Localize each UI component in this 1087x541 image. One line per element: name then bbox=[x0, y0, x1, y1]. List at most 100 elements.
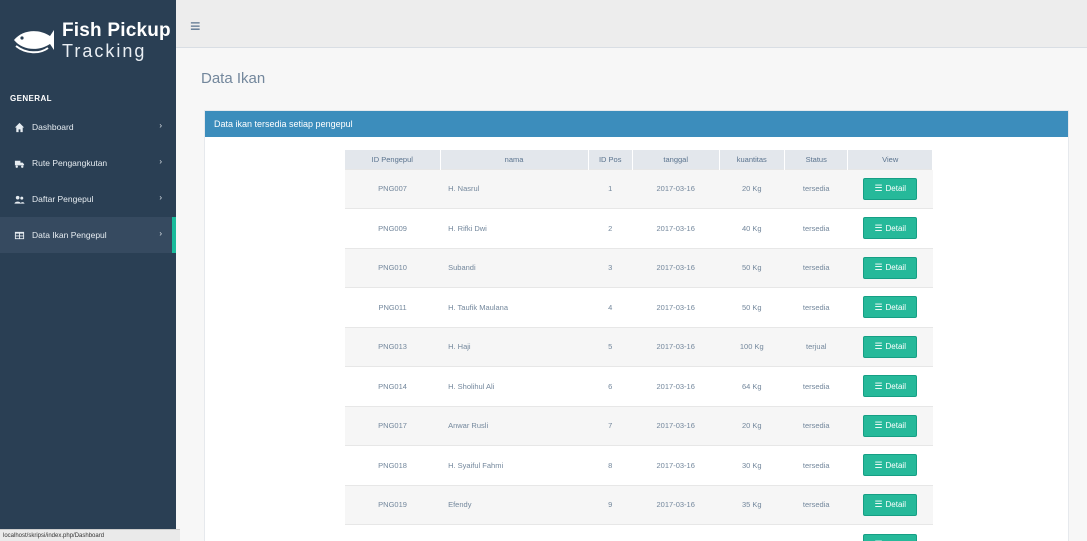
cell-kuantitas: 50 Kg bbox=[719, 247, 785, 288]
cell-kuantitas: 35 Kg bbox=[719, 484, 785, 525]
sidebar-item-label: Daftar Pengepul bbox=[32, 194, 94, 204]
cell-tanggal: 2017-03-16 bbox=[632, 366, 720, 406]
cell-kuantitas: 50 Kg bbox=[719, 287, 785, 327]
cell-kuantitas: 20 Kg bbox=[719, 168, 785, 209]
users-icon bbox=[12, 194, 26, 205]
cell-status: tersedia bbox=[784, 524, 848, 541]
cell-view: ☰Detail bbox=[847, 484, 933, 525]
cell-tanggal: 2017-03-16 bbox=[632, 445, 720, 485]
cell-status: tersedia bbox=[784, 208, 848, 248]
detail-button[interactable]: ☰Detail bbox=[863, 533, 917, 541]
cell-id-pos: 10 bbox=[588, 524, 633, 541]
chevron-right-icon: › bbox=[159, 157, 162, 166]
cell-kuantitas: 30 Kg bbox=[719, 445, 785, 485]
sidebar-item-rute-pengangkutan[interactable]: Rute Pengangkutan › bbox=[0, 145, 176, 181]
cell-view: ☰Detail bbox=[847, 366, 933, 406]
table-header: ID Pengepul nama ID Pos tanggal kuantita… bbox=[345, 150, 933, 169]
cell-id-pengepul: PNG007 bbox=[345, 168, 441, 209]
column-header-tanggal: tanggal bbox=[632, 150, 720, 169]
table-row: PNG018 H. Syaiful Fahmi 8 2017-03-16 30 Kg te… bbox=[345, 445, 933, 485]
column-header-id-pengepul: ID Pengepul bbox=[345, 150, 441, 169]
cell-view: ☰Detail bbox=[847, 208, 933, 248]
cell-view: ☰Detail bbox=[847, 287, 933, 327]
detail-button[interactable]: ☰Detail bbox=[863, 375, 917, 398]
table-row: PNG009 H. Rifki Dwi 2 2017-03-16 40 Kg tersed… bbox=[345, 208, 933, 248]
cell-tanggal: 2017-03-16 bbox=[632, 287, 720, 327]
cell-id-pengepul: PNG013 bbox=[345, 326, 441, 367]
truck-icon bbox=[12, 158, 26, 169]
cell-kuantitas: 100 Kg bbox=[719, 326, 785, 367]
detail-button[interactable]: ☰Detail bbox=[863, 177, 917, 200]
cell-id-pos: 2 bbox=[588, 208, 633, 248]
detail-button[interactable]: ☰Detail bbox=[863, 414, 917, 437]
detail-button-label: Detail bbox=[885, 223, 906, 233]
menu-toggle-icon[interactable]: ≡ bbox=[190, 16, 201, 37]
cell-id-pos: 1 bbox=[588, 168, 633, 209]
cell-tanggal: 2017-03-16 bbox=[632, 326, 720, 367]
detail-button[interactable]: ☰Detail bbox=[863, 335, 917, 358]
cell-tanggal: 2017-03-16 bbox=[632, 524, 720, 541]
fish-data-table: ID Pengepul nama ID Pos tanggal kuantita… bbox=[345, 150, 933, 541]
cell-status: tersedia bbox=[784, 445, 848, 485]
cell-id-pos: 6 bbox=[588, 366, 633, 406]
detail-button[interactable]: ☰Detail bbox=[863, 454, 917, 477]
sidebar-item-label: Dashboard bbox=[32, 122, 74, 132]
cell-kuantitas: 25 Kg bbox=[719, 524, 785, 541]
sidebar-item-daftar-pengepul[interactable]: Daftar Pengepul › bbox=[0, 181, 176, 217]
table-row: PNG019 Efendy 9 2017-03-16 35 Kg tersedia ☰ Det… bbox=[345, 484, 933, 525]
cell-nama: H. Syaiful Fahmi bbox=[440, 445, 589, 485]
list-icon: ☰ bbox=[874, 301, 883, 312]
cell-tanggal: 2017-03-16 bbox=[632, 247, 720, 288]
cell-nama: H. Nasrul bbox=[440, 168, 589, 209]
cell-id-pos: 4 bbox=[588, 287, 633, 327]
detail-button[interactable]: ☰Detail bbox=[863, 217, 917, 240]
cell-id-pengepul: PNG020 bbox=[345, 524, 441, 541]
sidebar-item-dashboard[interactable]: Dashboard › bbox=[0, 109, 176, 145]
detail-button-label: Detail bbox=[885, 184, 906, 194]
detail-button-label: Detail bbox=[885, 381, 906, 391]
cell-nama: Ahmad Ruslan bbox=[440, 524, 589, 541]
list-icon: ☰ bbox=[874, 499, 883, 510]
sidebar-item-label: Rute Pengangkutan bbox=[32, 158, 108, 168]
brand-subtitle: Tracking bbox=[62, 40, 147, 61]
table-row: PNG017 Anwar Rusli 7 2017-03-16 20 Kg tersedi… bbox=[345, 405, 933, 446]
sidebar-menu: Dashboard › Rute Pengangkutan › Daftar P… bbox=[0, 109, 176, 253]
top-navbar: ≡ bbox=[176, 0, 1087, 48]
table-row: PNG010 Subandi 3 2017-03-16 50 Kg tersedia ☰ De… bbox=[345, 247, 933, 288]
detail-button[interactable]: ☰Detail bbox=[863, 493, 917, 516]
detail-button[interactable]: ☰Detail bbox=[863, 296, 917, 319]
cell-view: ☰Detail bbox=[847, 445, 933, 485]
main-content: Data Ikan Data ikan tersedia setiap peng… bbox=[176, 48, 1087, 541]
cell-kuantitas: 40 Kg bbox=[719, 208, 785, 248]
cell-nama: H. Haji bbox=[440, 326, 589, 367]
detail-button[interactable]: ☰Detail bbox=[863, 256, 917, 279]
brand[interactable]: Fish Pickup Tracking bbox=[0, 0, 176, 80]
table-body: PNG007 H. Nasrul 1 2017-03-16 20 Kg tersedia ☰… bbox=[345, 168, 933, 541]
browser-status-url: localhost/skripsi/index.php/Dashboard bbox=[0, 529, 180, 541]
list-icon: ☰ bbox=[874, 222, 883, 233]
fish-logo-icon bbox=[14, 30, 54, 54]
list-icon: ☰ bbox=[874, 341, 883, 352]
cell-kuantitas: 64 Kg bbox=[719, 366, 785, 406]
cell-nama: Subandi bbox=[440, 247, 589, 288]
panel-title: Data ikan tersedia setiap pengepul bbox=[205, 111, 1068, 137]
list-icon: ☰ bbox=[874, 183, 883, 194]
table-row: PNG020Ahmad Ruslan102017-03-1625 Kgterse… bbox=[345, 524, 933, 541]
cell-tanggal: 2017-03-16 bbox=[632, 208, 720, 248]
sidebar-item-data-ikan-pengepul[interactable]: Data Ikan Pengepul › bbox=[0, 217, 176, 253]
cell-id-pengepul: PNG010 bbox=[345, 247, 441, 288]
list-icon: ☰ bbox=[874, 459, 883, 470]
column-header-kuantitas: kuantitas bbox=[719, 150, 786, 169]
cell-id-pengepul: PNG011 bbox=[345, 287, 441, 327]
cell-id-pos: 3 bbox=[588, 247, 633, 288]
table-icon bbox=[12, 230, 26, 241]
table-row: PNG013 H. Haji 5 2017-03-16 100 Kg terjual ☰ De… bbox=[345, 326, 933, 367]
cell-id-pengepul: PNG018 bbox=[345, 445, 441, 485]
chevron-right-icon: › bbox=[159, 229, 162, 238]
cell-nama: H. Taufik Maulana bbox=[440, 287, 589, 327]
cell-status: terjual bbox=[784, 326, 848, 367]
cell-nama: H. Sholihul Ali bbox=[440, 366, 589, 406]
cell-tanggal: 2017-03-16 bbox=[632, 484, 720, 525]
cell-nama: H. Rifki Dwi bbox=[440, 208, 589, 248]
cell-kuantitas: 20 Kg bbox=[719, 405, 785, 446]
